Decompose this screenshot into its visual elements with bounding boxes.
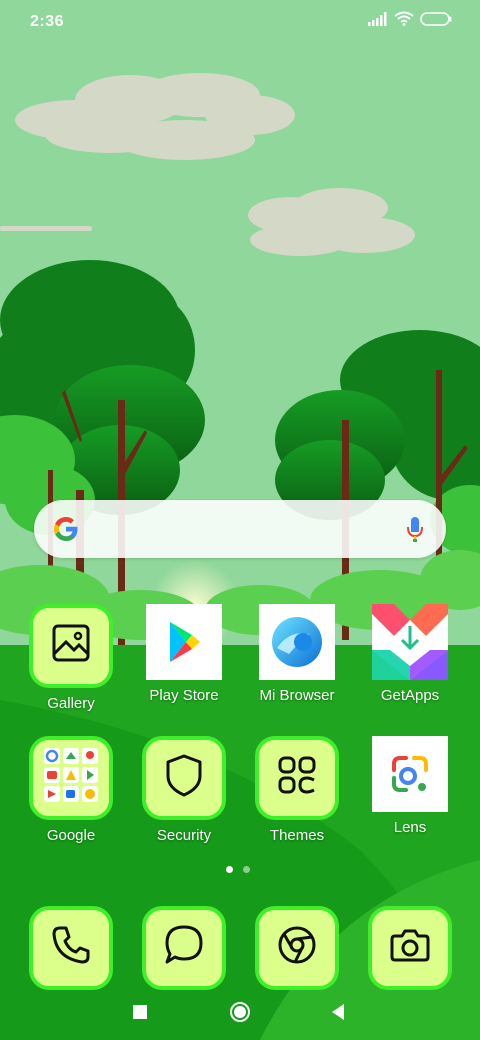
recents-icon[interactable] bbox=[132, 1004, 148, 1020]
app-label: Google bbox=[46, 827, 96, 844]
page-dot[interactable] bbox=[243, 866, 250, 873]
app-label: Play Store bbox=[149, 687, 219, 704]
microphone-icon[interactable] bbox=[406, 516, 424, 544]
app-themes[interactable]: Themes bbox=[242, 736, 352, 844]
themes-icon bbox=[255, 736, 339, 820]
app-getapps[interactable]: GetApps bbox=[355, 604, 465, 704]
getapps-icon bbox=[372, 604, 448, 680]
status-bar: 2:36 bbox=[0, 0, 480, 44]
app-label: Security bbox=[156, 827, 212, 844]
google-g-icon bbox=[54, 517, 78, 541]
app-label: Lens bbox=[393, 819, 427, 836]
lens-icon bbox=[372, 736, 448, 812]
app-label: Gallery bbox=[47, 695, 95, 712]
signal-icon bbox=[368, 11, 387, 26]
back-icon[interactable] bbox=[330, 1003, 346, 1021]
app-security[interactable]: Security bbox=[129, 736, 239, 844]
app-lens[interactable]: Lens bbox=[355, 736, 465, 836]
navigation-bar bbox=[0, 990, 480, 1034]
mi-browser-icon bbox=[259, 604, 335, 680]
chrome-icon bbox=[255, 906, 339, 990]
status-time: 2:36 bbox=[30, 13, 65, 30]
app-google-folder[interactable]: Google bbox=[16, 736, 126, 844]
app-label: Themes bbox=[269, 827, 325, 844]
home-icon[interactable] bbox=[229, 1001, 251, 1023]
page-indicator bbox=[226, 866, 250, 873]
app-mi-browser[interactable]: Mi Browser bbox=[242, 604, 352, 704]
message-icon bbox=[142, 906, 226, 990]
play-store-icon bbox=[146, 604, 222, 680]
wifi-icon bbox=[394, 11, 414, 26]
dock-phone[interactable] bbox=[16, 906, 126, 990]
app-play-store[interactable]: Play Store bbox=[129, 604, 239, 704]
shield-icon bbox=[142, 736, 226, 820]
camera-icon bbox=[368, 906, 452, 990]
battery-icon bbox=[420, 11, 452, 26]
dock-camera[interactable] bbox=[355, 906, 465, 990]
app-label: Mi Browser bbox=[259, 687, 335, 704]
app-label: GetApps bbox=[380, 687, 440, 704]
gallery-icon bbox=[29, 604, 113, 688]
app-gallery[interactable]: Gallery bbox=[16, 604, 126, 712]
phone-icon bbox=[29, 906, 113, 990]
dock-chrome[interactable] bbox=[242, 906, 352, 990]
dock-messages[interactable] bbox=[129, 906, 239, 990]
page-dot-active[interactable] bbox=[226, 866, 233, 873]
google-folder-icon bbox=[29, 736, 113, 820]
google-search-bar[interactable] bbox=[34, 500, 446, 558]
